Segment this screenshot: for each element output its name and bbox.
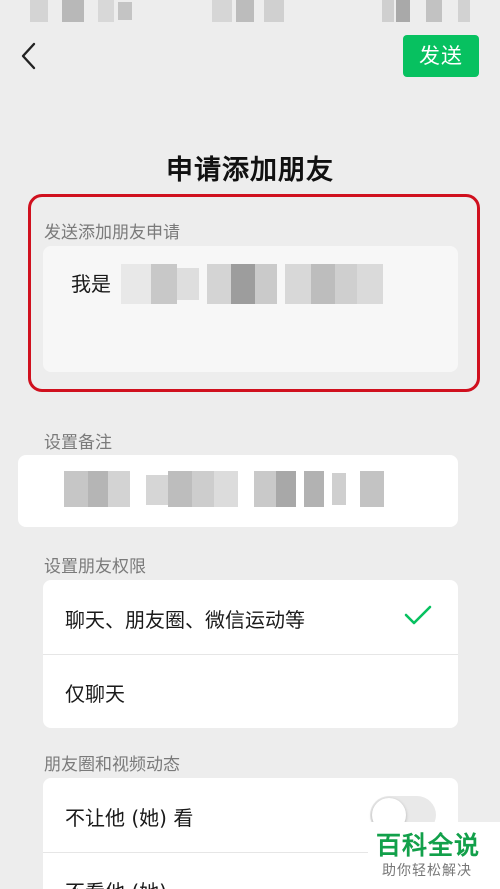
toggle-label: 不看他 (她) (65, 876, 167, 889)
page-title: 申请添加朋友 (166, 155, 334, 186)
permission-option-chat-only[interactable]: 仅聊天 (43, 654, 458, 728)
send-button[interactable]: 发送 (403, 35, 479, 77)
permission-section-label: 设置朋友权限 (44, 557, 146, 577)
red-highlight-box (28, 194, 480, 392)
moments-section-label: 朋友圈和视频动态 (44, 755, 180, 775)
watermark-title: 百科全说 (376, 831, 481, 860)
permission-option-label: 聊天、朋友圈、微信运动等 (65, 608, 305, 632)
remark-section-label: 设置备注 (44, 433, 112, 453)
check-icon (404, 604, 432, 626)
status-bar (0, 0, 500, 26)
permission-option-label: 仅聊天 (65, 682, 125, 706)
chevron-left-icon[interactable] (18, 40, 44, 72)
add-friend-request-page: 发送 申请添加朋友 发送添加朋友申请 我是 设置备注 设置朋友权限 聊天、朋友圈… (0, 0, 500, 889)
redacted-remark-blur (64, 467, 404, 513)
watermark: 百科全说 助你轻松解决 (368, 822, 500, 889)
permission-option-all[interactable]: 聊天、朋友圈、微信运动等 (43, 580, 458, 654)
toggle-label: 不让他 (她) 看 (65, 806, 194, 830)
remark-input[interactable] (18, 455, 458, 527)
permission-options-card: 聊天、朋友圈、微信运动等 仅聊天 (43, 580, 458, 728)
watermark-subtitle: 助你轻松解决 (382, 863, 472, 879)
